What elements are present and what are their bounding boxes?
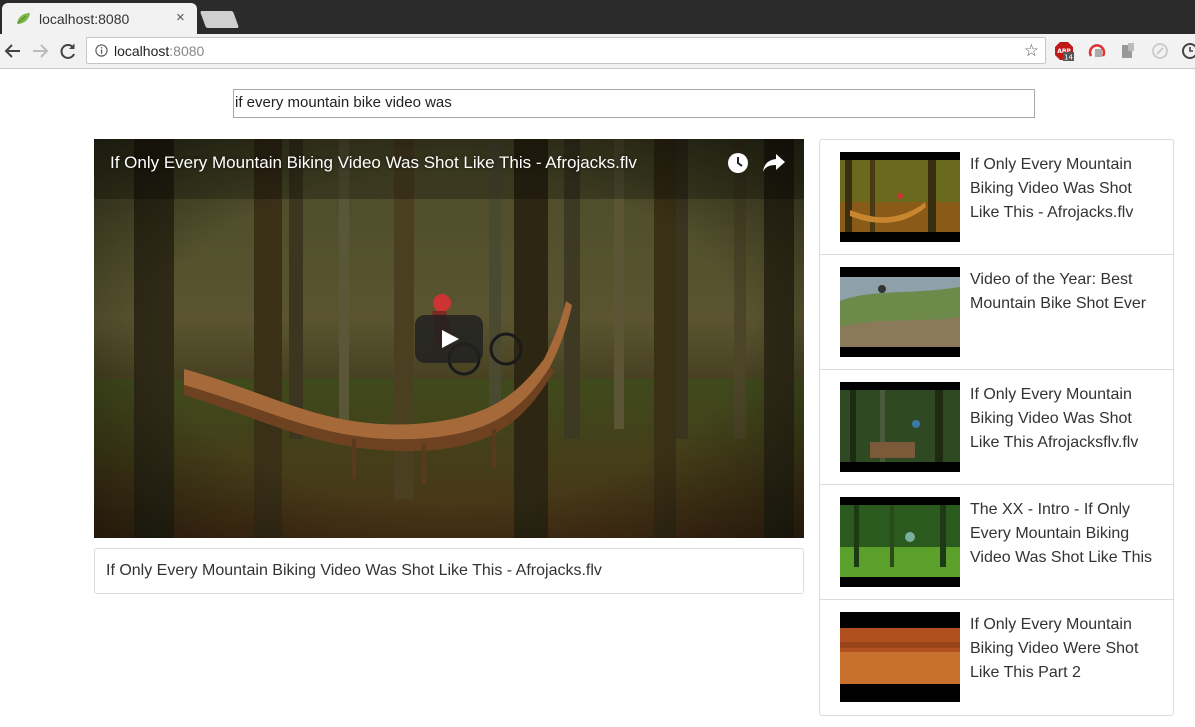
video-player[interactable]: If Only Every Mountain Biking Video Was …	[94, 139, 804, 538]
list-item[interactable]: If Only Every Mountain Biking Video Were…	[820, 600, 1173, 715]
reload-icon[interactable]	[57, 40, 79, 62]
video-caption-panel: If Only Every Mountain Biking Video Was …	[94, 548, 804, 594]
url-text: localhost:8080	[114, 43, 204, 59]
adblock-extension-icon[interactable]: ABP 14	[1054, 41, 1074, 61]
extension-red-icon[interactable]	[1087, 41, 1107, 61]
back-arrow-icon[interactable]	[2, 40, 24, 62]
search-input[interactable]: if every mountain bike video was	[233, 89, 1035, 118]
adblock-badge: 14	[1064, 54, 1073, 62]
video-thumbnail[interactable]	[840, 267, 960, 357]
url-host: localhost	[114, 43, 170, 59]
browser-toolbar: localhost:8080 ☆ ABP 14	[0, 34, 1195, 69]
video-title[interactable]: If Only Every Mountain Biking Video Was …	[970, 383, 1165, 455]
video-results-list: If Only Every Mountain Biking Video Was …	[819, 139, 1174, 716]
list-item[interactable]: The XX - Intro - If Only Every Mountain …	[820, 485, 1173, 600]
info-icon[interactable]	[95, 44, 108, 57]
browser-tab[interactable]: localhost:8080 ×	[2, 3, 197, 34]
url-port: :8080	[169, 43, 205, 59]
video-title[interactable]: The XX - Intro - If Only Every Mountain …	[970, 498, 1165, 570]
play-button-icon[interactable]	[415, 315, 483, 363]
share-arrow-icon[interactable]	[762, 152, 786, 174]
list-item[interactable]: If Only Every Mountain Biking Video Was …	[820, 140, 1173, 255]
video-thumbnail[interactable]	[840, 382, 960, 472]
tab-title: localhost:8080	[39, 11, 130, 27]
leaf-favicon-icon	[17, 13, 30, 24]
close-tab-icon[interactable]: ×	[176, 10, 185, 26]
bookmark-star-icon[interactable]: ☆	[1024, 42, 1039, 60]
address-bar[interactable]: localhost:8080 ☆	[86, 37, 1046, 64]
list-item[interactable]: Video of the Year: Best Mountain Bike Sh…	[820, 255, 1173, 370]
video-thumbnail[interactable]	[840, 152, 960, 242]
video-thumbnail[interactable]	[840, 612, 960, 702]
video-title[interactable]: If Only Every Mountain Biking Video Were…	[970, 613, 1165, 685]
new-tab-button[interactable]	[199, 11, 240, 28]
video-title[interactable]: If Only Every Mountain Biking Video Was …	[970, 153, 1165, 225]
video-thumbnail[interactable]	[840, 497, 960, 587]
watch-later-clock-icon[interactable]	[727, 152, 749, 174]
tab-strip: localhost:8080 ×	[0, 0, 1195, 34]
forward-arrow-icon[interactable]	[29, 40, 51, 62]
extension-gray-icon[interactable]	[1118, 41, 1138, 61]
list-item[interactable]: If Only Every Mountain Biking Video Was …	[820, 370, 1173, 485]
extension-clock-icon[interactable]	[1180, 41, 1195, 61]
video-title[interactable]: Video of the Year: Best Mountain Bike Sh…	[970, 268, 1165, 316]
extension-circle-icon[interactable]	[1150, 41, 1170, 61]
video-caption-text: If Only Every Mountain Biking Video Was …	[106, 562, 602, 579]
player-title: If Only Every Mountain Biking Video Was …	[110, 153, 637, 172]
